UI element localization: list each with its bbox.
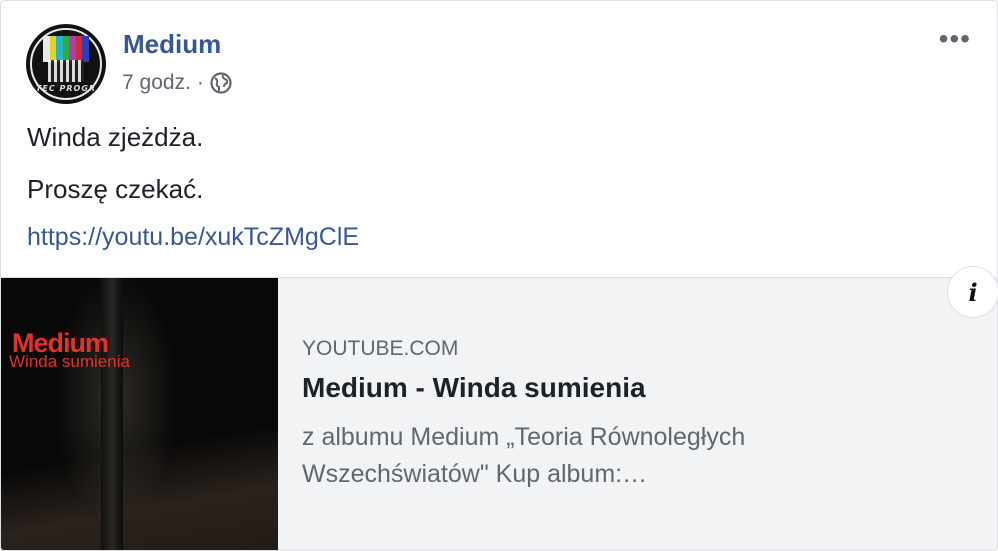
avatar-grid xyxy=(48,60,84,82)
avatar-test-pattern xyxy=(43,36,90,62)
page-name-link[interactable]: Medium xyxy=(123,29,221,60)
more-options-icon[interactable]: ••• xyxy=(939,25,971,53)
post-text-line: Winda zjeżdża. xyxy=(27,122,204,152)
preview-title[interactable]: Medium - Winda sumienia xyxy=(302,372,646,404)
post-link[interactable]: https://youtu.be/xukTcZMgClE xyxy=(27,223,359,252)
post-timestamp[interactable]: 7 godz. xyxy=(122,71,191,95)
thumbnail-pillar xyxy=(101,278,123,550)
post-card: TEC PROGR Medium 7 godz. · ••• Winda zje… xyxy=(0,0,998,551)
thumbnail-light xyxy=(1,278,278,550)
meta-separator: · xyxy=(196,71,204,94)
preview-description: z albumu Medium „Teoria Równoległych Wsz… xyxy=(302,423,746,488)
post-meta: 7 godz. · xyxy=(122,71,232,95)
post-text-line: Proszę czekać. xyxy=(27,174,204,204)
preview-thumbnail[interactable]: Medium Winda sumienia xyxy=(1,278,278,550)
info-icon[interactable]: i xyxy=(947,266,998,318)
link-preview[interactable]: Medium Winda sumienia YOUTUBE.COM Medium… xyxy=(1,277,997,550)
page-avatar[interactable]: TEC PROGR xyxy=(26,24,106,104)
globe-icon[interactable] xyxy=(210,72,232,94)
thumbnail-subtitle: Winda sumienia xyxy=(9,352,130,371)
avatar-text: TEC PROGR xyxy=(35,84,97,93)
preview-domain: YOUTUBE.COM xyxy=(302,337,459,360)
